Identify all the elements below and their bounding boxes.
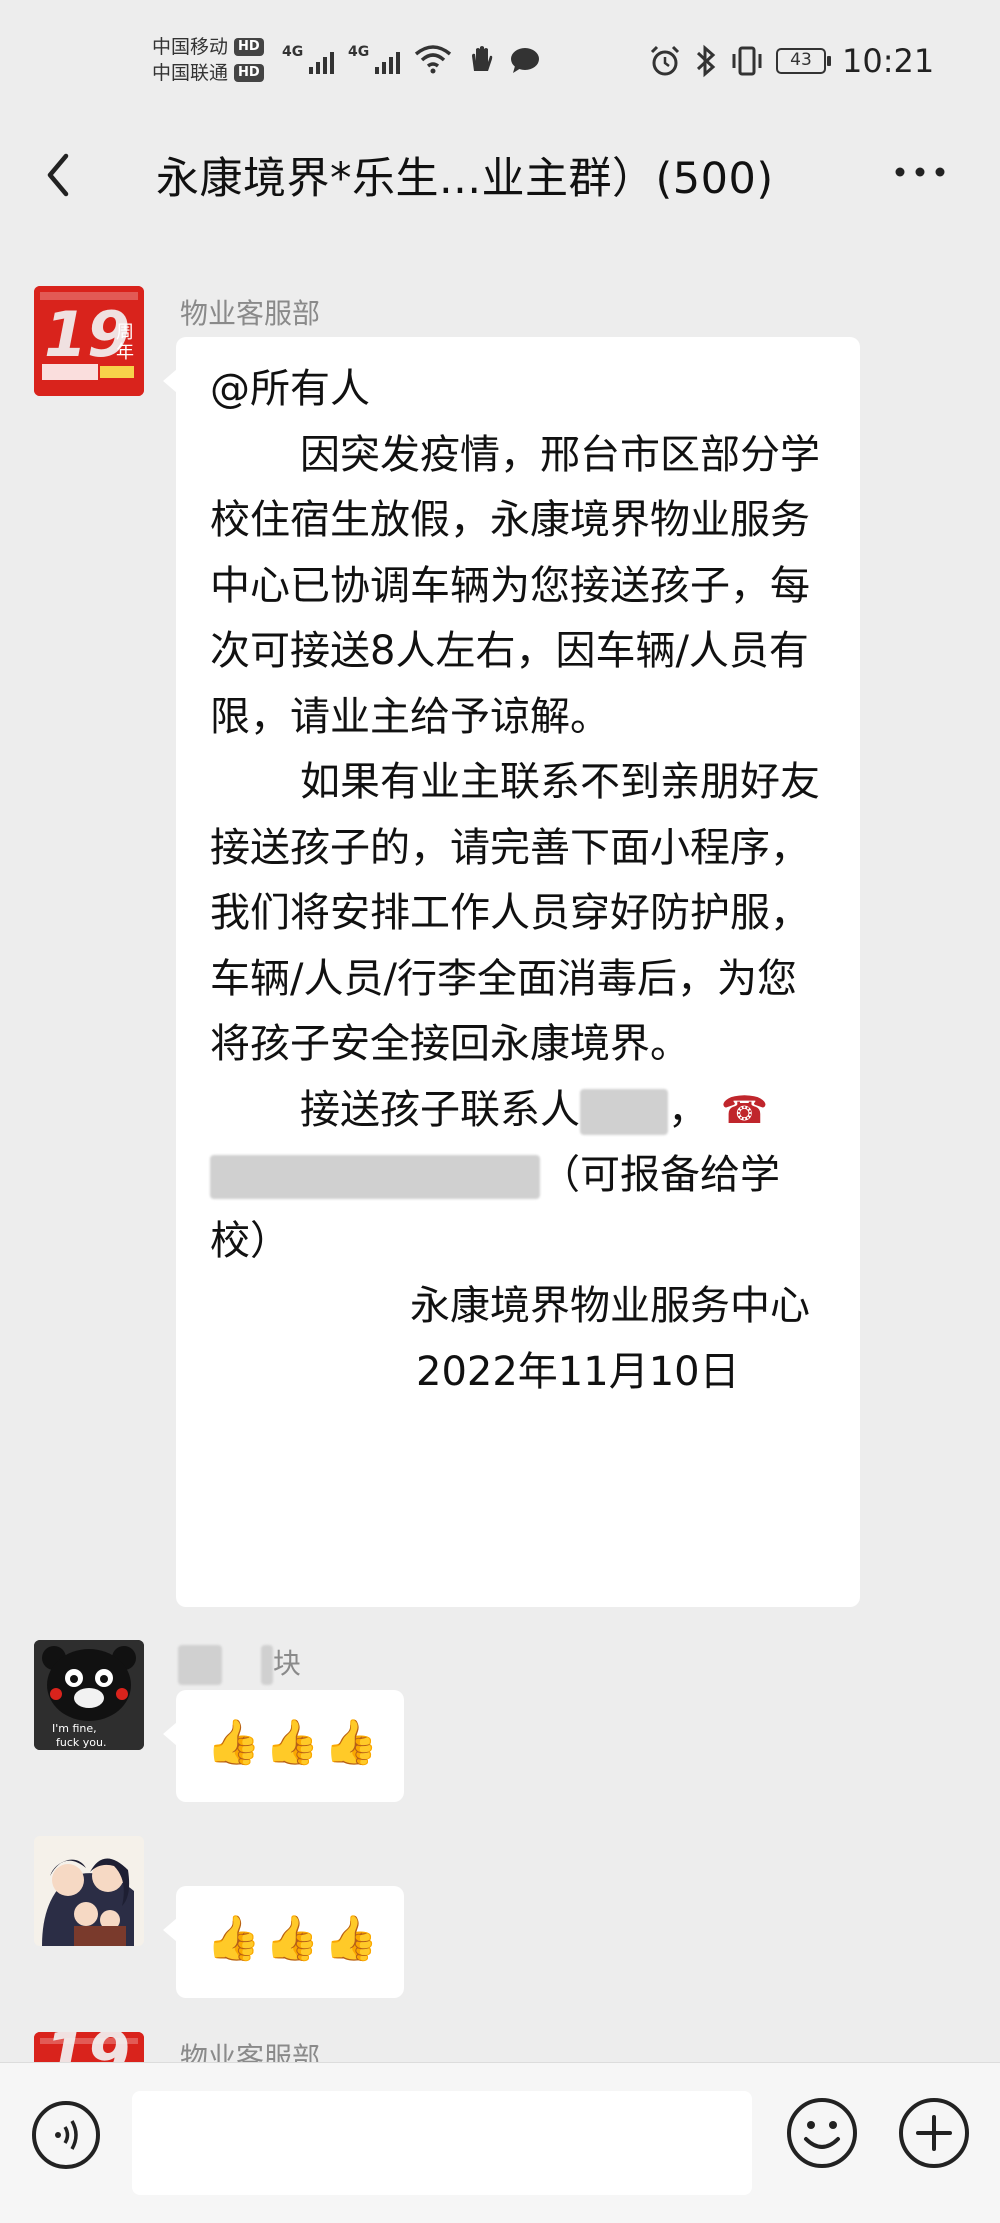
- wifi-icon: [414, 45, 452, 74]
- redacted-name: [580, 1088, 668, 1135]
- bear-avatar-icon: I'm fine, fuck you.: [34, 1640, 144, 1750]
- carrier-1: 中国移动: [152, 36, 229, 58]
- network-type-1: 4G: [282, 44, 304, 60]
- signal-1-icon: 4G: [282, 44, 334, 74]
- plus-icon[interactable]: [896, 2095, 972, 2171]
- redacted-sender: [260, 1645, 273, 1685]
- sender-name: 物业客服部: [180, 297, 321, 330]
- family-avatar-icon: [34, 1836, 144, 1946]
- phone-line: （可报备给学校）: [210, 1143, 830, 1274]
- battery-indicator: 43: [776, 48, 831, 74]
- hd-badge-2: HD: [234, 64, 264, 82]
- sender-name: 块: [178, 1642, 301, 1685]
- chat-title: 永康境界*乐生...业主群）(500): [156, 154, 774, 204]
- avatar-property-service[interactable]: 19: [34, 2032, 144, 2062]
- hand-icon: [472, 46, 493, 71]
- avatar-kumamon[interactable]: I'm fine, fuck you.: [34, 1640, 144, 1750]
- svg-text:周: 周: [116, 322, 134, 343]
- message-bubble[interactable]: 👍👍👍: [163, 1690, 404, 1802]
- paragraph-2: 如果有业主联系不到亲朋好友接送孩子的，请完善下面小程序，我们将安排工作人员穿好防…: [210, 759, 820, 1067]
- anniversary-logo-icon: 19: [34, 2032, 144, 2062]
- anniversary-logo-icon: 19 周 年: [34, 286, 144, 396]
- status-right: 43 10:21: [648, 42, 934, 80]
- carrier-info: 中国移动 HD 中国联通 HD: [152, 34, 264, 86]
- message-bubble[interactable]: @所有人 因突发疫情，邢台市区部分学校住宿生放假，永康境界物业服务中心已协调车辆…: [163, 337, 860, 1607]
- svg-text:19: 19: [44, 2032, 130, 2062]
- signal-indicators: 4G 4G: [282, 44, 540, 74]
- avatar-family[interactable]: [34, 1836, 144, 1946]
- thumbs-up-message: 👍👍👍: [206, 1913, 383, 1964]
- svg-text:fuck you.: fuck you.: [56, 1736, 106, 1749]
- carrier-2: 中国联通: [152, 62, 229, 84]
- svg-text:I'm fine,: I'm fine,: [52, 1722, 97, 1735]
- redacted-phone: [210, 1155, 540, 1199]
- back-chevron-icon[interactable]: [36, 142, 86, 208]
- signature: 永康境界物业服务中心: [410, 1283, 810, 1329]
- clock: 10:21: [842, 42, 935, 80]
- paragraph-1: 因突发疫情，邢台市区部分学校住宿生放假，永康境界物业服务中心已协调车辆为您接送孩…: [210, 431, 820, 740]
- contact-comma: ，: [668, 1086, 708, 1133]
- alarm-icon: [650, 45, 680, 76]
- emoji-icon[interactable]: [784, 2095, 860, 2171]
- phone-icon: ☎: [720, 1087, 769, 1132]
- avatar-property-service[interactable]: 19 周 年: [34, 286, 144, 396]
- hd-badge-1: HD: [234, 38, 264, 56]
- more-dots-icon[interactable]: [890, 152, 950, 192]
- voice-icon[interactable]: [30, 2099, 102, 2171]
- input-bar: [0, 2062, 1000, 2223]
- sender-name: 物业客服部: [180, 2041, 321, 2062]
- announcement-date: 2022年11月10日: [416, 1348, 740, 1395]
- redacted-sender: [178, 1645, 222, 1685]
- bluetooth-icon: [696, 44, 716, 78]
- chat-header: 永康境界*乐生...业主群）(500): [0, 120, 1000, 230]
- message-icon: [511, 48, 539, 73]
- signal-2-icon: 4G: [348, 44, 400, 74]
- network-type-2: 4G: [348, 44, 370, 60]
- status-bar: 中国移动 HD 中国联通 HD 4G 4G 43 10:21: [0, 0, 1000, 120]
- vibrate-icon: [732, 46, 762, 76]
- svg-text:年: 年: [116, 342, 134, 363]
- mention-all: @所有人: [210, 366, 370, 412]
- contact-line: 接送孩子联系人 ， ☎: [210, 1078, 830, 1144]
- sender-name-tail: 块: [272, 1647, 301, 1680]
- thumbs-up-message: 👍👍👍: [206, 1717, 383, 1768]
- contact-label: 接送孩子联系人: [300, 1086, 580, 1133]
- announcement-text: @所有人 因突发疫情，邢台市区部分学校住宿生放假，永康境界物业服务中心已协调车辆…: [210, 357, 830, 1405]
- message-bubble[interactable]: 👍👍👍: [163, 1886, 404, 1998]
- message-input[interactable]: [132, 2091, 752, 2195]
